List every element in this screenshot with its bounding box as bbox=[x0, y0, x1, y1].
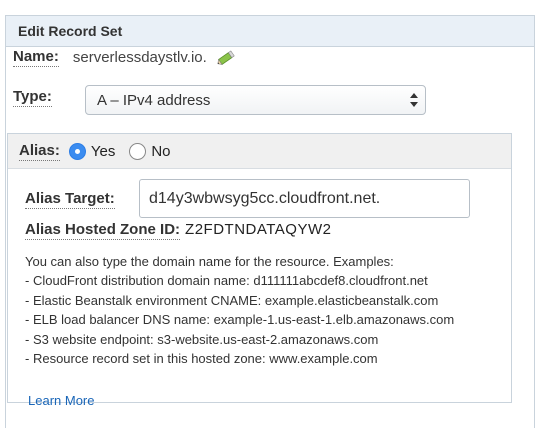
alias-section: Alias: Yes No Alias Target: Alias Hosted… bbox=[7, 133, 512, 408]
updown-arrows-icon bbox=[410, 92, 418, 108]
list-item: ELB load balancer DNS name: example-1.us… bbox=[25, 310, 505, 330]
alias-yes-label[interactable]: Yes bbox=[91, 143, 115, 160]
panel-title: Edit Record Set bbox=[6, 16, 534, 47]
type-row: Type: bbox=[13, 88, 52, 107]
alias-no-option[interactable]: No bbox=[129, 142, 171, 160]
name-row: Name: serverlessdaystlv.io. bbox=[13, 48, 236, 67]
alias-target-input[interactable] bbox=[139, 179, 470, 218]
alias-target-label: Alias Target: bbox=[25, 190, 115, 209]
alias-zone-row: Alias Hosted Zone ID: Z2FDTNDATAQYW2 bbox=[25, 221, 331, 240]
name-label: Name: bbox=[13, 48, 59, 67]
list-item: Elastic Beanstalk environment CNAME: exa… bbox=[25, 291, 505, 311]
type-label: Type: bbox=[13, 88, 52, 107]
type-select[interactable]: A – IPv4 address bbox=[85, 85, 426, 115]
help-examples-list: CloudFront distribution domain name: d11… bbox=[25, 271, 505, 369]
alias-header: Alias: Yes No bbox=[8, 134, 511, 169]
alias-yes-option[interactable]: Yes bbox=[68, 142, 115, 160]
alias-label: Alias: bbox=[19, 141, 60, 161]
list-item: S3 website endpoint: s3-website.us-east-… bbox=[25, 330, 505, 350]
alias-no-label[interactable]: No bbox=[151, 143, 170, 160]
alias-help-text: You can also type the domain name for th… bbox=[25, 252, 505, 369]
alias-no-radio[interactable] bbox=[129, 142, 147, 160]
alias-target-row: Alias Target: bbox=[25, 190, 115, 209]
pencil-icon[interactable] bbox=[216, 50, 236, 66]
alias-zone-label: Alias Hosted Zone ID: bbox=[25, 221, 181, 240]
learn-more-link[interactable]: Learn More bbox=[28, 393, 94, 408]
help-intro: You can also type the domain name for th… bbox=[25, 254, 394, 269]
alias-yes-radio[interactable] bbox=[68, 142, 86, 160]
type-select-value: A – IPv4 address bbox=[97, 91, 211, 109]
alias-zone-value: Z2FDTNDATAQYW2 bbox=[185, 221, 332, 238]
list-item: Resource record set in this hosted zone:… bbox=[25, 349, 505, 369]
list-item: CloudFront distribution domain name: d11… bbox=[25, 271, 505, 291]
name-value: serverlessdaystlv.io. bbox=[72, 49, 207, 66]
